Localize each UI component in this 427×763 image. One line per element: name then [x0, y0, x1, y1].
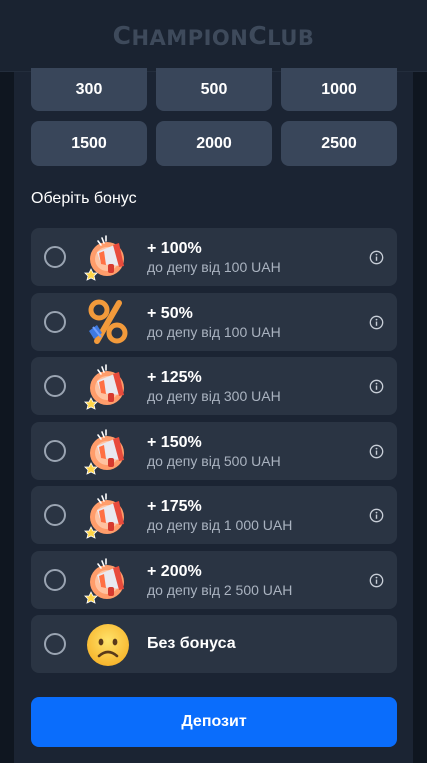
amount-grid: 300 500 1000 1500 2000 2500 [31, 68, 397, 166]
megaphone-icon [83, 361, 133, 411]
bonus-option-125[interactable]: + 125% до депу від 300 UAH [31, 357, 397, 415]
bonus-condition: до депу від 100 UAH [147, 259, 281, 275]
no-bonus-option[interactable]: Без бонуса [31, 615, 397, 673]
amount-button-300[interactable]: 300 [31, 68, 147, 111]
bonus-option-200[interactable]: + 200% до депу від 2 500 UAH [31, 550, 397, 609]
amount-button-2000[interactable]: 2000 [156, 121, 272, 166]
bonus-percent: + 175% [147, 498, 202, 515]
bonus-percent: + 200% [147, 562, 202, 580]
info-icon[interactable] [369, 508, 384, 523]
radio-button[interactable] [44, 439, 66, 462]
radio-button[interactable] [44, 246, 66, 268]
bonus-option-175[interactable]: + 175% до депу від 1 000 UAH [31, 486, 397, 544]
bonus-condition: до депу від 300 UAH [147, 388, 281, 404]
percent-icon [83, 297, 133, 347]
radio-button[interactable] [44, 568, 66, 591]
amount-button-500[interactable]: 500 [156, 68, 272, 111]
amount-button-1500[interactable]: 1500 [31, 121, 147, 166]
amount-button-1000[interactable]: 1000 [281, 68, 397, 111]
radio-button[interactable] [44, 504, 66, 526]
header: C HAMPION C LUB [0, 0, 427, 72]
bonus-percent: + 125% [147, 369, 202, 386]
no-bonus-label: Без бонуса [147, 635, 236, 652]
info-icon[interactable] [369, 444, 384, 459]
bonus-condition: до депу від 2 500 UAH [147, 581, 293, 598]
bonus-option-100[interactable]: + 100% до депу від 100 UAH [31, 228, 397, 286]
bonus-section-title: Оберіть бонус [31, 190, 137, 207]
bonus-condition: до депу від 100 UAH [147, 323, 281, 340]
info-icon[interactable] [369, 379, 384, 394]
amount-button-2500[interactable]: 2500 [281, 121, 397, 166]
bonus-condition: до депу від 500 UAH [147, 452, 281, 469]
bonus-percent: + 150% [147, 433, 202, 451]
sad-face-icon [87, 624, 129, 666]
info-icon[interactable] [369, 250, 384, 265]
info-icon[interactable] [369, 315, 384, 330]
bonus-percent: + 50% [147, 304, 193, 322]
champion-club-logo[interactable]: C HAMPION C LUB [113, 21, 315, 50]
bonus-condition: до депу від 1 000 UAH [147, 517, 293, 533]
bonus-percent: + 100% [147, 240, 202, 257]
bonus-option-50[interactable]: + 50% до депу від 100 UAH [31, 292, 397, 351]
info-icon[interactable] [369, 573, 384, 588]
bonus-list: + 100% до депу від 100 UAH + 50% до депу… [31, 228, 397, 680]
radio-button[interactable] [44, 633, 66, 655]
radio-button[interactable] [44, 375, 66, 397]
megaphone-icon [83, 426, 133, 476]
megaphone-icon [83, 555, 133, 605]
radio-button[interactable] [44, 310, 66, 333]
deposit-button[interactable]: Депозит [31, 697, 397, 747]
megaphone-icon [83, 232, 133, 282]
megaphone-icon [83, 490, 133, 540]
bonus-option-150[interactable]: + 150% до депу від 500 UAH [31, 421, 397, 480]
